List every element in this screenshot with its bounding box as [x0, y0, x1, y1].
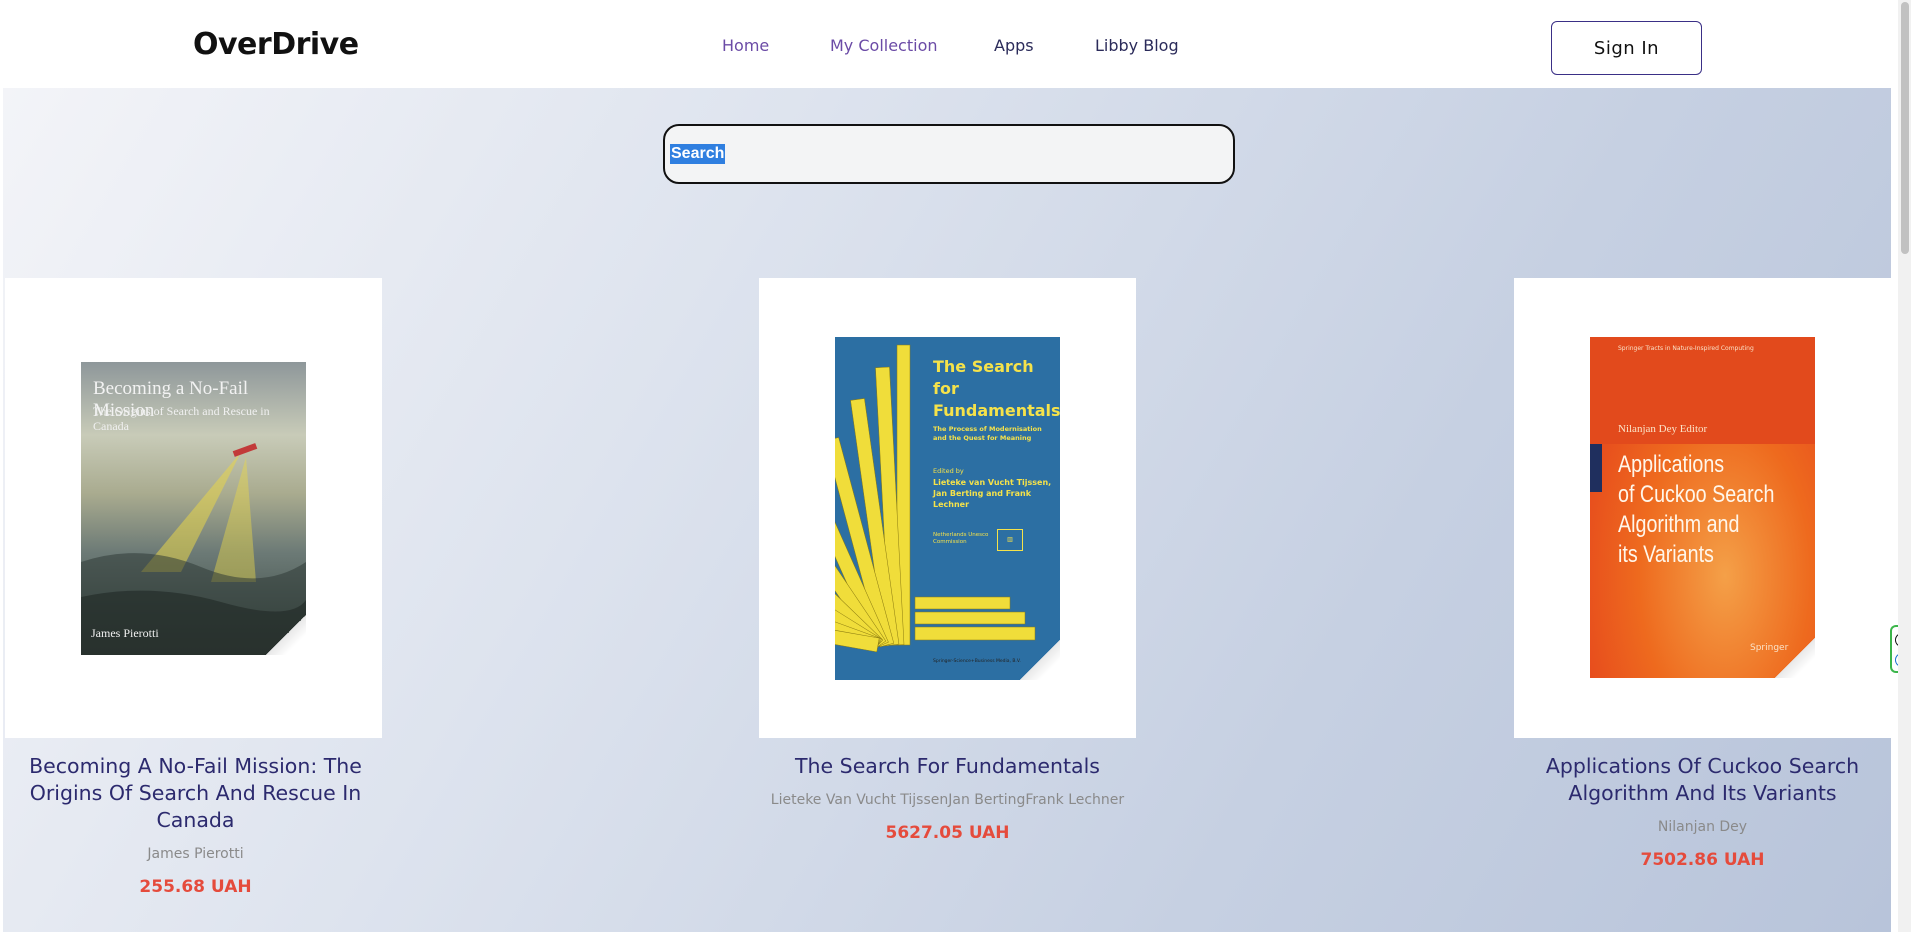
- book-price: 255.68 UAH: [139, 877, 252, 897]
- book-author[interactable]: Nilanjan Dey: [1514, 819, 1891, 835]
- cover-title-line2: of Cuckoo Search: [1618, 481, 1775, 508]
- book-cover[interactable]: The Search for Fundamentals The Process …: [835, 337, 1060, 680]
- cover-title-line1: The Search: [933, 357, 1034, 376]
- sign-in-button[interactable]: Sign In: [1551, 21, 1702, 75]
- cover-side-tab: [1590, 444, 1602, 492]
- page-scrollbar[interactable]: [1898, 0, 1911, 932]
- book-card[interactable]: Becoming a No-Fail Mission The Origins o…: [5, 278, 382, 738]
- cover-edited-by: Edited by: [933, 467, 964, 475]
- book-author[interactable]: James Pierotti: [11, 846, 380, 862]
- cover-editors: Lieteke van Vucht Tijssen, Jan Berting a…: [933, 478, 1052, 509]
- book-author[interactable]: Lieteke Van Vucht TijssenJan BertingFran…: [759, 792, 1136, 808]
- cover-subtitle: The Process of Modernisation and the Que…: [933, 425, 1042, 442]
- book-info: Applications Of Cuckoo Search Algorithm …: [1514, 753, 1891, 870]
- main-content: Search Becoming a No-Fail Mission The Or…: [3, 88, 1891, 932]
- site-header: OverDrive Home My Collection Apps Libby …: [0, 0, 1911, 88]
- search-input[interactable]: Search: [663, 124, 1235, 184]
- book-title[interactable]: Applications Of Cuckoo Search Algorithm …: [1514, 753, 1891, 807]
- book-cover[interactable]: Becoming a No-Fail Mission The Origins o…: [81, 362, 306, 655]
- cover-publisher: Springer-Science+Business Media, B.V.: [933, 659, 1021, 664]
- cover-title-line1: Applications: [1618, 451, 1725, 478]
- cover-series: Springer Tracts in Nature-Inspired Compu…: [1618, 345, 1754, 352]
- scrollbar-thumb[interactable]: [1901, 2, 1909, 254]
- cover-title-line3: Fundamentals: [933, 401, 1060, 420]
- logo[interactable]: OverDrive: [193, 27, 359, 62]
- book-info: The Search For Fundamentals Lieteke Van …: [759, 753, 1136, 843]
- nav-home[interactable]: Home: [722, 36, 769, 55]
- unesco-logo-icon: ▥: [997, 529, 1023, 551]
- book-info: Becoming A No-Fail Mission: The Origins …: [11, 753, 380, 897]
- cover-title-line4: its Variants: [1618, 541, 1714, 568]
- cover-commission: Netherlands Unesco Commission: [933, 532, 989, 545]
- search-placeholder: Search: [670, 144, 726, 164]
- nav-libby-blog[interactable]: Libby Blog: [1095, 36, 1179, 55]
- book-title[interactable]: Becoming A No-Fail Mission: The Origins …: [11, 753, 380, 834]
- cover-editor: Nilanjan Dey Editor: [1618, 423, 1708, 435]
- cover-title-line3: Algorithm and: [1618, 511, 1740, 538]
- book-card[interactable]: Springer Tracts in Nature-Inspired Compu…: [1514, 278, 1891, 738]
- book-card[interactable]: The Search for Fundamentals The Process …: [759, 278, 1136, 738]
- nav-my-collection[interactable]: My Collection: [830, 36, 938, 55]
- cover-subtitle: The Origins of Search and Rescue in Cana…: [93, 404, 270, 433]
- nav-apps[interactable]: Apps: [994, 36, 1034, 55]
- cover-author: James Pierotti: [91, 626, 159, 640]
- book-price: 7502.86 UAH: [1640, 850, 1765, 870]
- cover-title-line2: for: [933, 379, 959, 398]
- book-price: 5627.05 UAH: [885, 823, 1010, 843]
- book-title[interactable]: The Search For Fundamentals: [759, 753, 1136, 780]
- page-curl: [1020, 640, 1060, 680]
- book-cover[interactable]: Springer Tracts in Nature-Inspired Compu…: [1590, 337, 1815, 678]
- page-curl: [1775, 638, 1815, 678]
- page-curl: [266, 615, 306, 655]
